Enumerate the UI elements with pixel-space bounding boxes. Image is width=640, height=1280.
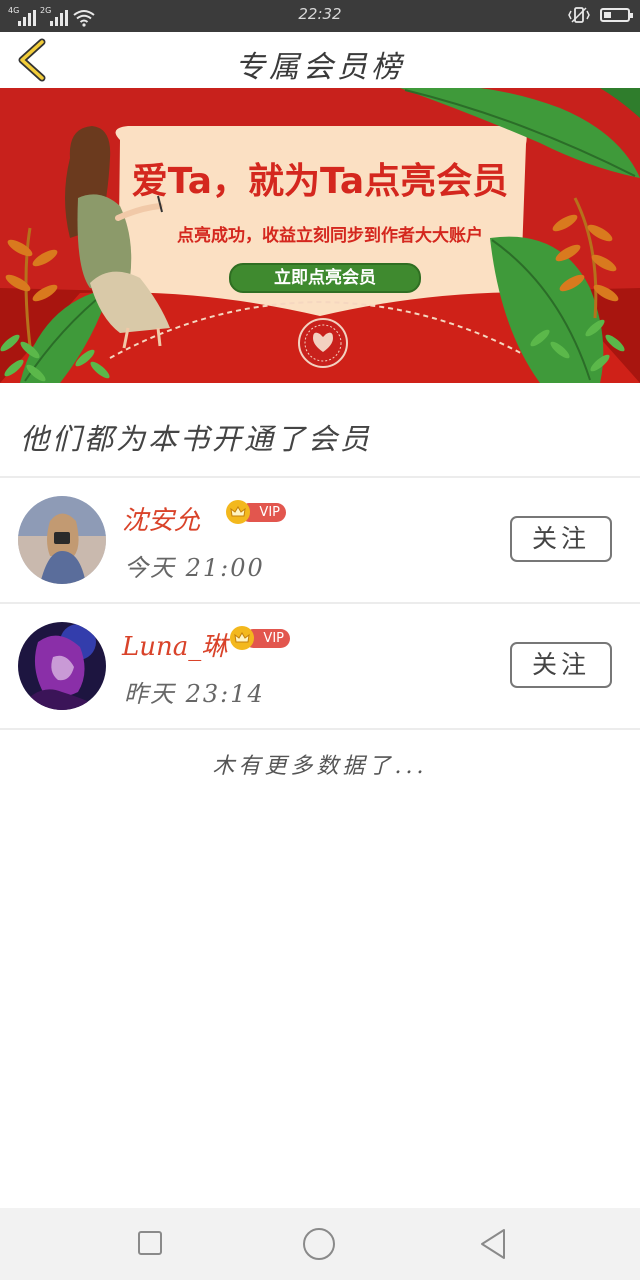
status-time: 22:32 — [298, 5, 342, 23]
banner-subtitle: 点亮成功，收益立刻同步到作者大大账户 — [177, 226, 483, 246]
follow-button[interactable]: 关注 — [510, 642, 612, 688]
no-more-data-text: 木有更多数据了... — [212, 754, 428, 779]
banner-headline: 爱Ta，就为Ta点亮会员 — [131, 161, 509, 202]
follow-button[interactable]: 关注 — [510, 516, 612, 562]
avatar[interactable] — [18, 496, 106, 584]
light-up-membership-button[interactable]: 立即点亮会员 — [229, 263, 421, 293]
recent-apps-icon[interactable] — [138, 1231, 162, 1255]
home-icon[interactable] — [303, 1228, 335, 1260]
battery-icon — [600, 8, 633, 22]
member-time: 昨天 23:14 — [124, 680, 265, 708]
crown-icon — [230, 626, 254, 650]
list-item: Luna_琳 VIP 昨天 23:14 关注 — [0, 604, 640, 730]
header: 专属会员榜 — [0, 32, 640, 88]
status-bar: 4G 2G 22:32 — [0, 0, 640, 32]
system-nav-bar — [0, 1208, 640, 1280]
member-name[interactable]: 沈安允 — [122, 500, 200, 537]
member-name[interactable]: Luna_琳 — [122, 626, 227, 663]
section-title: 他们都为本书开通了会员 — [20, 422, 373, 456]
member-time: 今天 21:00 — [124, 554, 265, 582]
avatar[interactable] — [18, 622, 106, 710]
crown-icon — [226, 500, 250, 524]
divider — [0, 728, 640, 730]
list-item: 沈安允 VIP 今天 21:00 关注 — [0, 478, 640, 604]
membership-banner[interactable]: 爱Ta，就为Ta点亮会员 点亮成功，收益立刻同步到作者大大账户 立即点亮会员 — [0, 88, 640, 383]
back-triangle-icon[interactable] — [478, 1227, 508, 1261]
page-title: 专属会员榜 — [235, 50, 405, 85]
status-right — [568, 6, 633, 24]
vibrate-icon — [568, 7, 590, 23]
